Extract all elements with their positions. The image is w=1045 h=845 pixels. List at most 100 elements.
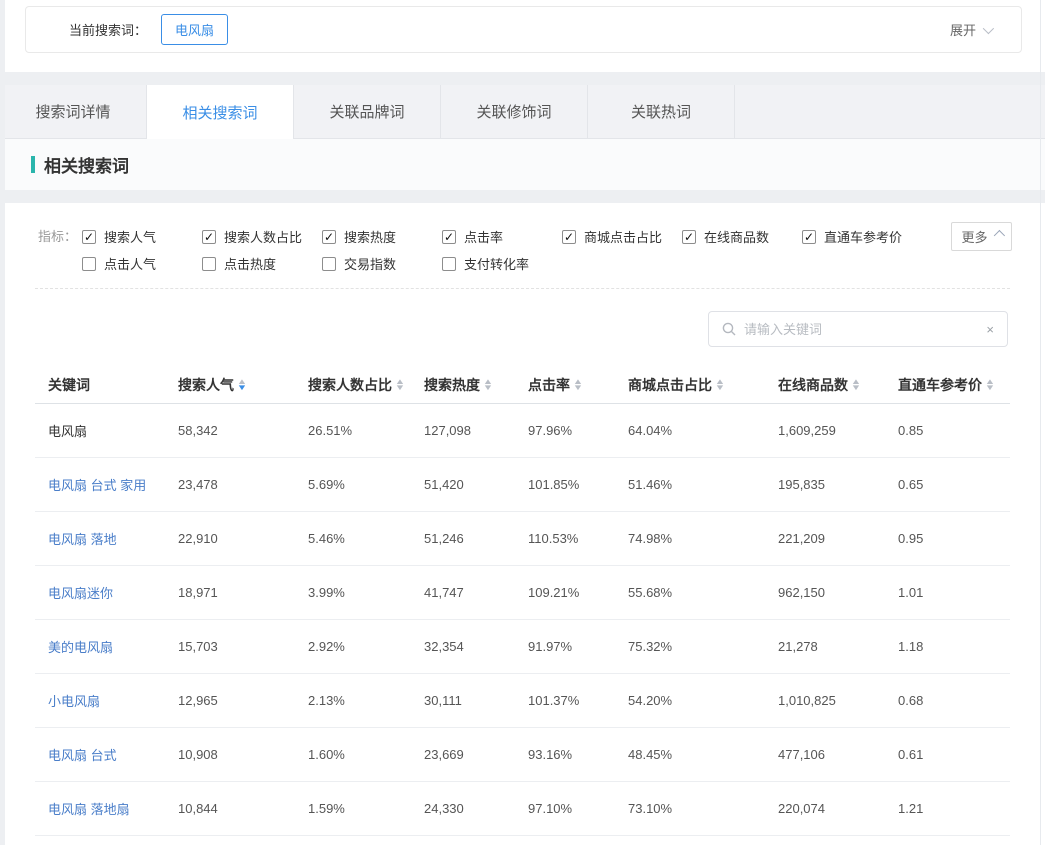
- keyword-search-box: ×: [708, 311, 1008, 347]
- section-title-accent-bar: [31, 156, 35, 173]
- cell-search-heat: 41,747: [424, 585, 528, 600]
- unchecked-checkbox-icon[interactable]: [202, 257, 216, 271]
- clear-search-icon[interactable]: ×: [986, 323, 994, 336]
- tab-related-search-words[interactable]: 相关搜索词: [147, 85, 294, 139]
- tab-related-brand-words[interactable]: 关联品牌词: [294, 85, 441, 138]
- cell-ztc-reference-price: 0.61: [898, 747, 1010, 762]
- cell-search-popularity: 22,910: [178, 531, 308, 546]
- section-title: 相关搜索词: [44, 152, 129, 177]
- cell-searcher-ratio: 1.60%: [308, 747, 424, 762]
- column-header-online-products[interactable]: 在线商品数▲▼: [778, 375, 898, 395]
- table-row: 电风扇 落地22,9105.46%51,246110.53%74.98%221,…: [35, 512, 1010, 566]
- cell-search-heat: 51,420: [424, 477, 528, 492]
- column-header-searcher-ratio[interactable]: 搜索人数占比 ▲▼: [308, 375, 424, 395]
- unchecked-checkbox-icon[interactable]: [442, 257, 456, 271]
- table-row: 美的电风扇15,7032.92%32,35491.97%75.32%21,278…: [35, 620, 1010, 674]
- cell-search-popularity: 12,965: [178, 693, 308, 708]
- column-header-search-heat[interactable]: 搜索热度▲▼: [424, 375, 528, 395]
- keyword-link[interactable]: 小电风扇: [35, 691, 178, 710]
- keyword-link[interactable]: 电风扇 落地扇: [35, 799, 178, 818]
- cell-search-heat: 30,111: [424, 693, 528, 708]
- cell-search-heat: 23,669: [424, 747, 528, 762]
- keyword-link[interactable]: 电风扇 台式: [35, 745, 178, 764]
- checked-checkbox-icon[interactable]: [442, 230, 456, 244]
- metric-label: 搜索人数占比: [224, 227, 302, 246]
- checked-checkbox-icon[interactable]: [802, 230, 816, 244]
- metric-checkbox-mall-click-ratio[interactable]: 商城点击占比: [562, 223, 682, 250]
- sort-icon[interactable]: ▲▼: [396, 379, 404, 391]
- keyword-link[interactable]: 电风扇迷你: [35, 583, 178, 602]
- tab-related-modifier-words[interactable]: 关联修饰词: [441, 85, 588, 138]
- more-metrics-label: 更多: [961, 227, 987, 246]
- sort-icon[interactable]: ▲▼: [852, 379, 860, 391]
- column-header-search-popularity[interactable]: 搜索人气▲▼: [178, 375, 308, 395]
- keyword-link[interactable]: 美的电风扇: [35, 637, 178, 656]
- sort-icon[interactable]: ▲▼: [238, 379, 246, 391]
- checked-checkbox-icon[interactable]: [82, 230, 96, 244]
- cell-online-products: 962,150: [778, 585, 898, 600]
- column-header-mall-click-ratio[interactable]: 商城点击占比▲▼: [628, 375, 778, 395]
- column-header-label: 搜索人数占比: [308, 375, 392, 395]
- cell-search-heat: 32,354: [424, 639, 528, 654]
- cell-ztc-reference-price: 0.95: [898, 531, 1010, 546]
- sort-icon[interactable]: ▲▼: [716, 379, 724, 391]
- metric-label: 商城点击占比: [584, 227, 662, 246]
- cell-ztc-reference-price: 0.85: [898, 423, 1010, 438]
- cell-online-products: 195,835: [778, 477, 898, 492]
- current-search-word-tag[interactable]: 电风扇: [161, 14, 228, 45]
- cell-online-products: 1,609,259: [778, 423, 898, 438]
- cell-click-rate: 109.21%: [528, 585, 628, 600]
- related-search-words-panel: 指标： 搜索人气搜索人数占比搜索热度点击率商城点击占比在线商品数直通车参考价点击…: [0, 203, 1045, 845]
- cell-online-products: 220,074: [778, 801, 898, 816]
- related-words-table: 关键词搜索人气▲▼搜索人数占比▲▼搜索热度▲▼点击率▲▼商城点击占比▲▼在线商品…: [35, 366, 1010, 836]
- metric-checkbox-click-rate[interactable]: 点击率: [442, 223, 562, 250]
- more-metrics-button[interactable]: 更多: [951, 222, 1012, 251]
- metric-checkbox-click-popularity[interactable]: 点击人气: [82, 250, 202, 277]
- unchecked-checkbox-icon[interactable]: [322, 257, 336, 271]
- metric-checkbox-click-heat[interactable]: 点击热度: [202, 250, 322, 277]
- current-search-word-label: 当前搜索词：: [69, 20, 147, 39]
- metric-label: 直通车参考价: [824, 227, 902, 246]
- cell-ztc-reference-price: 1.21: [898, 801, 1010, 816]
- metric-checkbox-searcher-ratio[interactable]: 搜索人数占比: [202, 223, 322, 250]
- checked-checkbox-icon[interactable]: [682, 230, 696, 244]
- sort-icon[interactable]: ▲▼: [484, 379, 492, 391]
- tab-search-word-detail[interactable]: 搜索词详情: [0, 85, 147, 138]
- cell-click-rate: 110.53%: [528, 531, 628, 546]
- column-header-ztc-reference-price[interactable]: 直通车参考价 ▲▼: [898, 375, 1010, 395]
- cell-search-popularity: 10,844: [178, 801, 308, 816]
- keyword-link[interactable]: 电风扇 台式 家用: [35, 475, 178, 494]
- keyword-search-input[interactable]: [744, 322, 978, 337]
- metric-checkbox-payment-conversion[interactable]: 支付转化率: [442, 250, 562, 277]
- sort-icon[interactable]: ▲▼: [574, 379, 582, 391]
- metric-checkbox-search-popularity[interactable]: 搜索人气: [82, 223, 202, 250]
- tab-related-hot-words[interactable]: 关联热词: [588, 85, 735, 138]
- column-header-label: 直通车参考价: [898, 375, 982, 395]
- sort-icon[interactable]: ▲▼: [986, 379, 994, 391]
- cell-searcher-ratio: 2.92%: [308, 639, 424, 654]
- chevron-up-icon: [993, 229, 1004, 240]
- table-body: 电风扇58,34226.51%127,09897.96%64.04%1,609,…: [35, 404, 1010, 836]
- cell-search-heat: 127,098: [424, 423, 528, 438]
- checked-checkbox-icon[interactable]: [322, 230, 336, 244]
- cell-search-popularity: 10,908: [178, 747, 308, 762]
- unchecked-checkbox-icon[interactable]: [82, 257, 96, 271]
- cell-ztc-reference-price: 0.68: [898, 693, 1010, 708]
- keyword-link[interactable]: 电风扇 落地: [35, 529, 178, 548]
- metric-checkbox-search-heat[interactable]: 搜索热度: [322, 223, 442, 250]
- page-right-edge: [1040, 0, 1041, 845]
- page: 当前搜索词： 电风扇 展开 搜索词详情相关搜索词关联品牌词关联修饰词关联热词 相…: [0, 0, 1045, 845]
- metric-checkbox-online-products[interactable]: 在线商品数: [682, 223, 802, 250]
- expand-button[interactable]: 展开: [950, 20, 991, 39]
- metric-label: 支付转化率: [464, 254, 529, 273]
- checked-checkbox-icon[interactable]: [202, 230, 216, 244]
- metric-checkbox-ztc-reference-price[interactable]: 直通车参考价: [802, 223, 922, 250]
- checked-checkbox-icon[interactable]: [562, 230, 576, 244]
- column-header-click-rate[interactable]: 点击率 ▲▼: [528, 375, 628, 395]
- cell-mall-click-ratio: 51.46%: [628, 477, 778, 492]
- cell-click-rate: 97.10%: [528, 801, 628, 816]
- column-header-label: 点击率: [528, 375, 570, 395]
- page-left-edge: [0, 0, 5, 845]
- metric-checkbox-transaction-index[interactable]: 交易指数: [322, 250, 442, 277]
- cell-searcher-ratio: 26.51%: [308, 423, 424, 438]
